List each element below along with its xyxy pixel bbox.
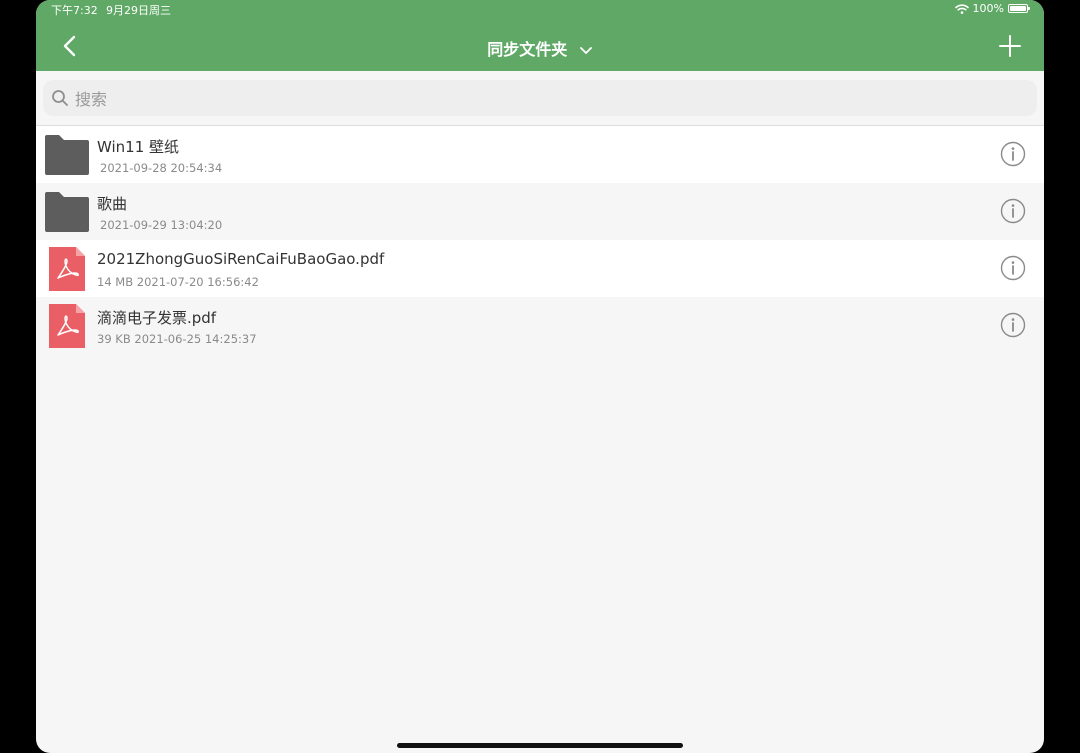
app-screen: 下午7:32 9月29日周三 100% 同步文件夹 搜索 Win11 壁纸 20… — [36, 0, 1044, 753]
file-name: 2021ZhongGuoSiRenCaiFuBaoGao.pdf — [97, 250, 385, 268]
search-input[interactable] — [73, 80, 977, 118]
folder-icon — [45, 135, 89, 175]
status-date: 9月29日周三 — [106, 4, 171, 17]
pdf-file-icon — [49, 247, 85, 291]
search-icon — [52, 90, 68, 106]
info-icon[interactable] — [1000, 255, 1026, 281]
chevron-down-icon — [579, 46, 592, 54]
file-meta: 2021-09-28 20:54:34 — [100, 161, 223, 175]
info-icon[interactable] — [1000, 198, 1026, 224]
file-name: Win11 壁纸 — [97, 138, 180, 156]
search-bar[interactable] — [43, 80, 1037, 118]
file-meta: 14 MB 2021-07-20 16:56:42 — [97, 275, 259, 289]
list-item[interactable]: 2021ZhongGuoSiRenCaiFuBaoGao.pdf 14 MB 2… — [36, 240, 1044, 297]
home-indicator[interactable] — [397, 743, 683, 748]
list-item[interactable]: 歌曲 2021-09-29 13:04:20 — [36, 183, 1044, 240]
battery-icon — [1008, 4, 1030, 13]
add-icon[interactable] — [998, 34, 1022, 58]
pdf-file-icon — [49, 304, 85, 348]
wifi-icon — [954, 3, 969, 14]
nav-title-dropdown[interactable]: 同步文件夹 — [36, 36, 1044, 60]
file-meta: 39 KB 2021-06-25 14:25:37 — [97, 332, 257, 346]
file-list: Win11 壁纸 2021-09-28 20:54:34 歌曲 2021-09-… — [36, 126, 1044, 354]
file-name: 歌曲 — [97, 195, 128, 213]
list-item[interactable]: Win11 壁纸 2021-09-28 20:54:34 — [36, 126, 1044, 183]
info-icon[interactable] — [1000, 312, 1026, 338]
file-meta: 2021-09-29 13:04:20 — [100, 218, 223, 232]
file-name: 滴滴电子发票.pdf — [97, 309, 217, 327]
list-item[interactable]: 滴滴电子发票.pdf 39 KB 2021-06-25 14:25:37 — [36, 297, 1044, 354]
nav-header: 下午7:32 9月29日周三 100% 同步文件夹 — [36, 0, 1044, 71]
battery-percent: 100% — [972, 2, 1004, 15]
page-title: 同步文件夹 — [487, 40, 568, 59]
status-bar: 下午7:32 9月29日周三 100% — [36, 0, 1044, 18]
folder-icon — [45, 192, 89, 232]
info-icon[interactable] — [1000, 141, 1026, 167]
status-time: 下午7:32 — [51, 4, 98, 17]
status-right: 100% — [954, 2, 1030, 15]
